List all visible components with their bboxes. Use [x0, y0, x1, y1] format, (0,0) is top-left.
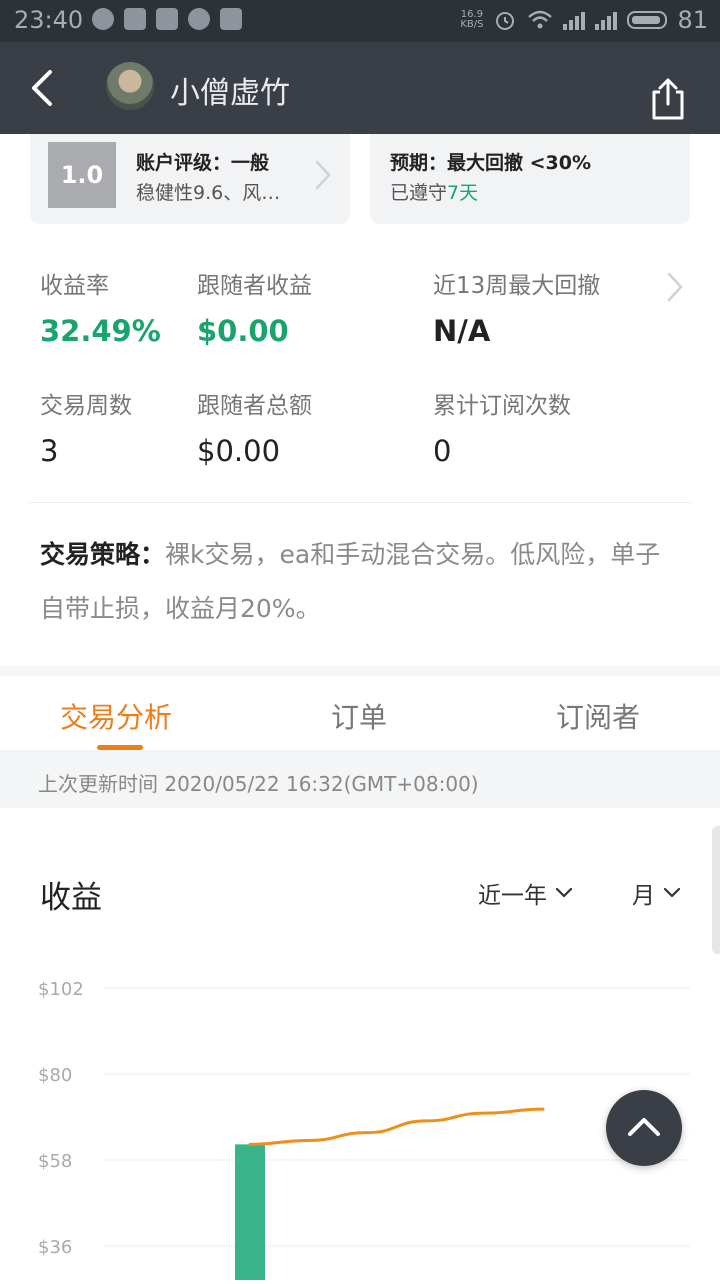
followed-prefix: 已遵守 [390, 182, 448, 204]
expectation-card: 预期：最大回撤 <30% 已遵守7天 [370, 134, 690, 224]
strategy-text: 交易策略：裸k交易，ea和手动混合交易。低风险，单子自带止损，收益月20%。 [40, 528, 680, 636]
status-right: 16.9 KB/S 81 [460, 6, 708, 34]
shield-icon [220, 8, 242, 30]
stat-label: 交易周数 [40, 393, 132, 419]
chevron-down-icon [555, 887, 573, 898]
stat-value: $0.00 [197, 314, 289, 348]
rating-title: 账户评级：一般 [136, 152, 270, 174]
rating-subtitle: 稳健性9.6、风… [136, 182, 281, 204]
chart-title: 收益 [40, 880, 102, 916]
chevron-up-icon [628, 1118, 660, 1136]
period-dropdown-label: 近一年 [478, 883, 547, 909]
app-header: 小僧虚竹 [0, 42, 720, 134]
tab-subscribers[interactable]: 订阅者 [556, 696, 640, 736]
battery-icon [627, 11, 668, 29]
wifi-icon [528, 10, 553, 29]
update-bar: 上次更新时间 2020/05/22 16:32(GMT+08:00) [0, 750, 720, 808]
chevron-right-icon[interactable] [664, 270, 686, 304]
stat-value: N/A [433, 314, 491, 348]
section-gap [0, 666, 720, 676]
chevron-left-icon [32, 70, 52, 106]
back-button[interactable] [22, 64, 66, 112]
avatar[interactable] [106, 62, 154, 110]
status-bar: 23:40 16.9 KB/S 81 [0, 0, 720, 42]
stat-value: 0 [433, 434, 452, 468]
stat-label: 收益率 [40, 273, 109, 299]
rating-card[interactable]: 1.0 账户评级：一般 稳健性9.6、风… [30, 134, 350, 224]
chevron-down-icon [663, 887, 681, 898]
status-notification-icons [92, 8, 242, 30]
tab-trade-analysis[interactable]: 交易分析 [60, 696, 172, 736]
followed-value: 7天 [447, 182, 479, 204]
rating-score: 1.0 [48, 142, 116, 208]
stat-value: 32.49% [40, 314, 161, 348]
stat-return-rate: 收益率 32.49% [40, 266, 161, 348]
granularity-dropdown[interactable]: 月 [632, 876, 681, 910]
news-icon [124, 8, 146, 30]
y-tick-label: $58 [38, 1151, 72, 1172]
tab-bar: 交易分析 订单 订阅者 [0, 676, 720, 750]
tab-orders[interactable]: 订单 [331, 696, 387, 736]
moon-icon [188, 8, 210, 30]
chevron-right-icon [315, 160, 331, 190]
yen-icon [92, 8, 114, 30]
granularity-dropdown-label: 月 [632, 883, 655, 909]
summary-cards: 1.0 账户评级：一般 稳健性9.6、风… 预期：最大回撤 <30% 已遵守7天 [0, 134, 720, 226]
expectation-followed: 已遵守7天 [390, 178, 478, 205]
profit-line [248, 1107, 545, 1146]
divider [30, 502, 690, 503]
stat-trade-weeks: 交易周数 3 [40, 386, 132, 468]
share-button[interactable] [650, 76, 686, 120]
stat-label: 跟随者收益 [197, 273, 312, 299]
net-speed: 16.9 KB/S [460, 10, 483, 30]
battery-level: 81 [677, 6, 708, 34]
scroll-to-top-button[interactable] [606, 1090, 682, 1166]
y-tick-label: $80 [38, 1065, 72, 1086]
stat-label: 近13周最大回撤 [433, 273, 601, 299]
stat-max-drawdown[interactable]: 近13周最大回撤 N/A [433, 266, 600, 348]
status-time: 23:40 [14, 6, 84, 34]
last-update-text: 上次更新时间 2020/05/22 16:32(GMT+08:00) [38, 772, 479, 796]
strategy-label: 交易策略： [40, 540, 166, 569]
stat-label: 跟随者总额 [197, 393, 312, 419]
stat-follower-total: 跟随者总额 $0.00 [197, 386, 312, 468]
net-speed-unit: KB/S [460, 19, 484, 30]
stat-value: $0.00 [197, 434, 281, 468]
side-drawer-handle[interactable] [712, 826, 720, 954]
alarm-icon [496, 12, 515, 30]
cell-signal-2-icon [595, 10, 618, 30]
chart-bar [235, 1144, 265, 1280]
y-tick-label: $36 [38, 1237, 72, 1258]
y-tick-label: $102 [38, 979, 84, 1000]
stat-subscriptions: 累计订阅次数 0 [433, 386, 571, 468]
stat-label: 累计订阅次数 [433, 393, 571, 419]
expectation-title: 预期：最大回撤 <30% [390, 152, 592, 174]
period-dropdown[interactable]: 近一年 [478, 876, 573, 910]
stat-follower-profit: 跟随者收益 $0.00 [197, 266, 312, 348]
stat-value: 3 [40, 434, 59, 468]
play-icon [156, 8, 178, 30]
share-icon [652, 78, 684, 120]
page-title: 小僧虚竹 [170, 76, 290, 111]
cell-signal-icon [563, 10, 586, 30]
